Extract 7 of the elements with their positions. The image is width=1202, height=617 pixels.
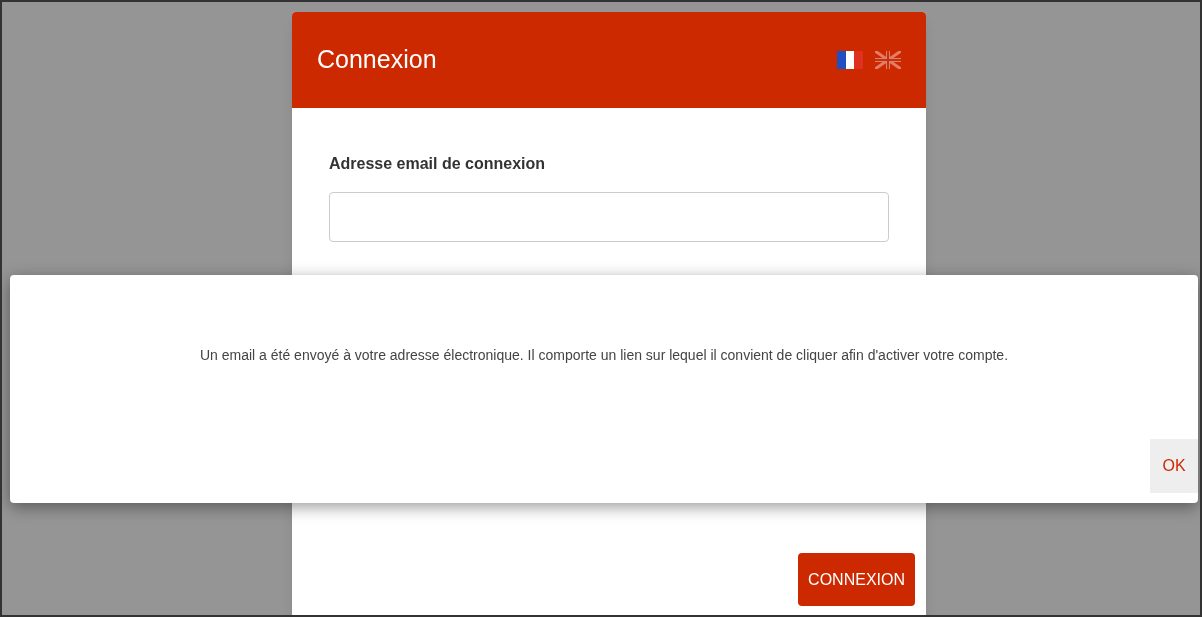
card-title: Connexion	[317, 44, 437, 76]
field-label: Adresse email de connexion	[329, 154, 547, 174]
ok-button[interactable]: OK	[1150, 439, 1198, 493]
french-flag-icon[interactable]	[837, 51, 863, 69]
connexion-button[interactable]: CONNEXION	[798, 553, 915, 606]
email-input-field[interactable]	[329, 192, 889, 242]
dialog-message: Un email a été envoyé à votre adresse électronique. Il comporte un lien sur lequel il convient de cliquer afin d'activer votre compte.	[198, 346, 1010, 365]
